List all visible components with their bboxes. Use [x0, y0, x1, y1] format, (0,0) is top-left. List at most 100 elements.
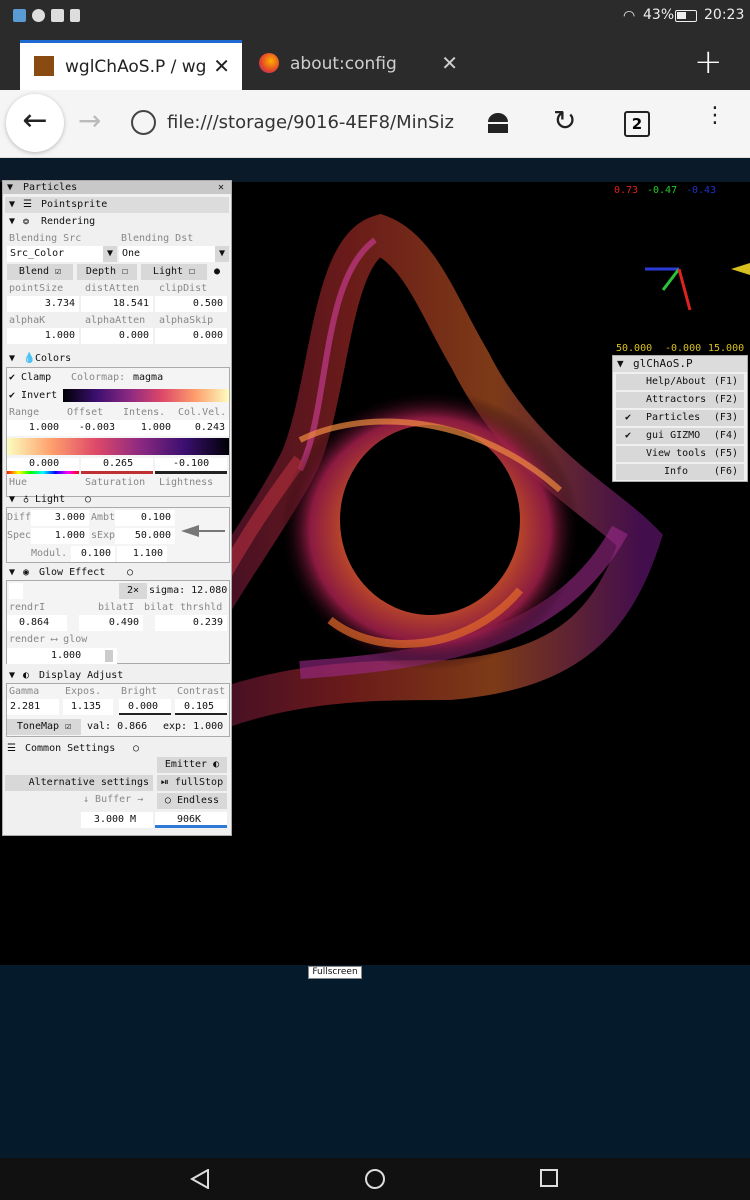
spec-field[interactable]: 1.000: [31, 528, 89, 544]
collapse-arrow-icon[interactable]: ▼: [617, 356, 624, 372]
colors-header[interactable]: ▼ 💧 Colors: [5, 351, 229, 367]
sexp-label: sExp: [91, 530, 116, 541]
distatten-field[interactable]: 18.541: [81, 296, 153, 312]
diff-field[interactable]: 3.000: [31, 510, 89, 526]
lightness-slider[interactable]: -0.100: [155, 458, 227, 474]
webgl-canvas[interactable]: 0.73 -0.47 -0.43 50.000 -0.000 15.000 ▼ …: [0, 160, 750, 965]
help-bubble-icon[interactable]: ○: [85, 492, 91, 508]
buffer-size-field[interactable]: 3.000 M: [81, 812, 153, 828]
blend-checkbox[interactable]: Blend ☑: [7, 264, 73, 280]
light-header[interactable]: ▼ ♁ Light ○: [5, 492, 229, 508]
new-tab-icon[interactable]: +: [694, 42, 723, 82]
sigma-value[interactable]: sigma: 12.080: [149, 583, 227, 599]
rendering-header[interactable]: ▼ ❂ Rendering: [5, 214, 229, 230]
endless-button[interactable]: ○ Endless: [157, 793, 227, 809]
expos-field[interactable]: 1.135: [63, 699, 113, 715]
light-checkbox[interactable]: Light ☐: [141, 264, 207, 280]
offset-field[interactable]: -0.003: [63, 420, 119, 436]
menu-item-info[interactable]: (F6) Info: [616, 464, 744, 480]
tab-about-config[interactable]: about:config ✕: [245, 40, 470, 90]
intens-field[interactable]: 1.000: [119, 420, 175, 436]
help-bubble-icon[interactable]: ○: [127, 565, 133, 581]
slider-handle[interactable]: [105, 650, 113, 662]
bright-slider[interactable]: 0.000: [119, 699, 171, 715]
close-tab-icon[interactable]: ✕: [441, 51, 458, 75]
back-button[interactable]: ←: [6, 94, 64, 152]
modul-field-2[interactable]: 1.100: [117, 546, 167, 562]
gizmo-axes-icon[interactable]: [635, 255, 750, 325]
help-bubble-icon[interactable]: ○: [133, 741, 139, 757]
tabs-counter-button[interactable]: 2: [624, 111, 650, 137]
invert-checkbox[interactable]: ✔ Invert: [9, 388, 57, 404]
tonemap-val[interactable]: val: 0.866: [87, 719, 147, 735]
light-direction-arrow-icon[interactable]: [181, 524, 227, 538]
menu-item-attractors[interactable]: (F2) Attractors: [616, 392, 744, 408]
modul-field-1[interactable]: 0.100: [71, 546, 115, 562]
display-adjust-header[interactable]: ▼ ◐ Display Adjust: [5, 668, 229, 684]
common-settings-header[interactable]: ☰ Common Settings ○: [5, 741, 229, 757]
axis-z-value: -0.43: [686, 185, 717, 196]
ambt-field[interactable]: 0.100: [115, 510, 175, 526]
tab-title: about:config: [290, 54, 397, 74]
render-glow-slider[interactable]: 1.000: [7, 648, 117, 664]
close-tab-icon[interactable]: ✕: [213, 54, 230, 78]
overflow-menu-icon[interactable]: ⋮: [704, 105, 726, 127]
pointsize-field[interactable]: 3.734: [7, 296, 79, 312]
sexp-field[interactable]: 50.000: [115, 528, 175, 544]
menu-item-view-tools[interactable]: (F5) View tools: [616, 446, 744, 462]
clock: 20:23: [704, 7, 745, 23]
alphaskip-field[interactable]: 0.000: [155, 328, 227, 344]
clamp-checkbox[interactable]: ✔ Clamp: [9, 370, 51, 386]
android-icon[interactable]: [486, 112, 510, 138]
glow-checkbox[interactable]: [9, 583, 23, 599]
rendri-field[interactable]: 0.864: [7, 615, 67, 631]
depth-checkbox[interactable]: Depth ☐: [77, 264, 137, 280]
chevron-down-icon[interactable]: ▼: [215, 246, 229, 262]
glow-header[interactable]: ▼ ◉ Glow Effect ○: [5, 565, 229, 581]
colvel-field[interactable]: 0.243: [175, 420, 229, 436]
light-dot-icon[interactable]: ●: [214, 264, 220, 280]
clipdist-field[interactable]: 0.500: [155, 296, 227, 312]
chevron-down-icon[interactable]: ▼: [103, 246, 117, 262]
close-panel-icon[interactable]: ✕: [218, 181, 224, 194]
colormap-gradient: [63, 389, 229, 402]
fullstop-button[interactable]: ⏯ fullStop: [157, 775, 227, 791]
colormap-value[interactable]: magma: [133, 370, 163, 386]
menu-item-gui-gizmo[interactable]: ✔ (F4) gui GIZMO: [616, 428, 744, 444]
bilat-threshold-field[interactable]: 0.239: [155, 615, 227, 631]
url-field[interactable]: file:///storage/9016-4EF8/MinSiz: [167, 112, 457, 133]
diff-label: Diff: [7, 512, 32, 523]
tonemap-checkbox[interactable]: ToneMap ☑: [7, 719, 81, 735]
nav-recents-icon[interactable]: [540, 1169, 558, 1187]
alphak-field[interactable]: 1.000: [7, 328, 79, 344]
alternative-settings-button[interactable]: Alternative settings: [5, 775, 153, 791]
menu-item-particles[interactable]: ✔ (F3) Particles: [616, 410, 744, 426]
nav-back-icon[interactable]: [190, 1169, 210, 1189]
pointsprite-header[interactable]: ▼ ☰ Pointsprite: [5, 197, 229, 213]
glow-2x-button[interactable]: 2×: [119, 583, 147, 599]
blending-src-select[interactable]: Src_Color: [7, 246, 103, 262]
nav-home-icon[interactable]: [365, 1169, 385, 1189]
main-menu-header[interactable]: ▼ glChAoS.P: [613, 356, 747, 372]
collapse-arrow-icon[interactable]: ▼: [7, 181, 13, 194]
axis-y-value: -0.47: [647, 185, 678, 196]
colvel-label: Col.Vel.: [178, 407, 227, 418]
firefox-favicon-icon: [259, 53, 279, 73]
saturation-slider[interactable]: 0.265: [81, 458, 153, 474]
alphaatten-field[interactable]: 0.000: [81, 328, 153, 344]
forward-button[interactable]: →: [78, 104, 101, 137]
emitter-toggle[interactable]: Emitter ◐: [157, 757, 227, 773]
menu-item-help[interactable]: (F1) Help/About: [616, 374, 744, 390]
reload-icon[interactable]: ↻: [553, 104, 576, 137]
fullscreen-button[interactable]: Fullscreen: [308, 966, 362, 979]
battery-percent: 43%: [643, 7, 675, 23]
particles-titlebar[interactable]: ▼ Particles ✕: [3, 181, 231, 194]
hue-slider[interactable]: 0.000: [7, 458, 79, 474]
gamma-field[interactable]: 2.281: [7, 699, 59, 715]
range-field[interactable]: 1.000: [7, 420, 63, 436]
tonemap-exp[interactable]: exp: 1.000: [163, 719, 223, 735]
contrast-slider[interactable]: 0.105: [175, 699, 227, 715]
blending-dst-select[interactable]: One: [119, 246, 215, 262]
tab-wglchaos[interactable]: wglChAoS.P / wg ✕: [20, 40, 242, 90]
bilati-field[interactable]: 0.490: [79, 615, 143, 631]
